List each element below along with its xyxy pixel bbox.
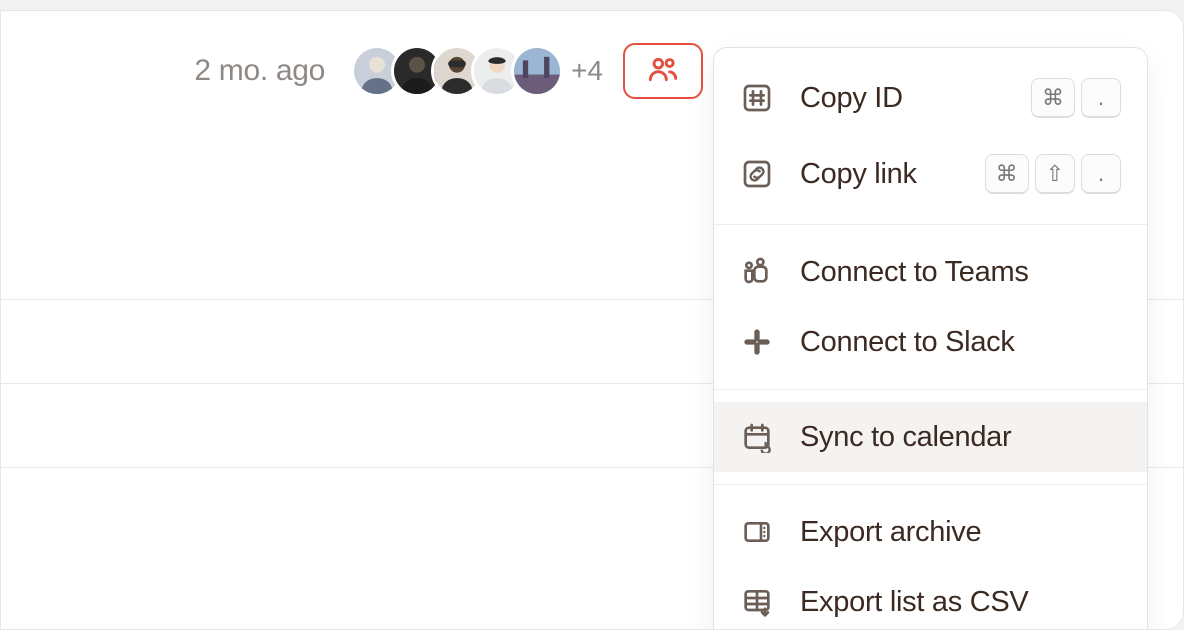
archive-icon — [740, 515, 774, 549]
menu-item-label: Export archive — [800, 516, 1121, 549]
menu-item-label: Copy link — [800, 158, 959, 191]
menu-item-label: Export list as CSV — [800, 586, 1121, 619]
avatar-stack[interactable]: +4 — [351, 45, 603, 97]
menu-group: Export archive Export list as CSV — [714, 484, 1147, 630]
keyboard-shortcut: ⌘⇧. — [985, 154, 1121, 194]
link-icon — [740, 157, 774, 191]
hash-icon — [740, 81, 774, 115]
menu-item-label: Connect to Slack — [800, 326, 1121, 359]
menu-item-copy-link[interactable]: Copy link ⌘⇧. — [714, 136, 1147, 212]
menu-item-label: Copy ID — [800, 82, 1005, 115]
kbd-key: ⌘ — [985, 154, 1029, 194]
avatar-placeholder-icon — [514, 48, 560, 94]
actions-dropdown: Copy ID⌘.Copy link⌘⇧.Connect to TeamsCon… — [713, 47, 1148, 630]
menu-item-label: Sync to calendar — [800, 421, 1121, 454]
menu-item-export-archive[interactable]: Export archive — [714, 497, 1147, 567]
slack-icon — [740, 325, 774, 359]
calendar-sync-icon — [740, 420, 774, 454]
menu-item-label: Connect to Teams — [800, 256, 1121, 289]
teams-icon — [740, 255, 774, 289]
kbd-key: ⌘ — [1031, 78, 1075, 118]
menu-item-export-csv[interactable]: Export list as CSV — [714, 567, 1147, 630]
people-icon — [647, 53, 679, 90]
menu-group: Sync to calendar — [714, 389, 1147, 484]
content-card: 2 mo. ago +4 — [0, 10, 1184, 630]
menu-item-sync-calendar[interactable]: Sync to calendar — [714, 402, 1147, 472]
menu-group: Copy ID⌘.Copy link⌘⇧. — [714, 48, 1147, 224]
menu-group: Connect to Teams Connect to Slack — [714, 224, 1147, 389]
kbd-key: . — [1081, 78, 1121, 118]
menu-item-connect-slack[interactable]: Connect to Slack — [714, 307, 1147, 377]
avatar[interactable] — [511, 45, 563, 97]
app-viewport: 2 mo. ago +4 — [0, 0, 1184, 630]
menu-item-copy-id[interactable]: Copy ID ⌘. — [714, 60, 1147, 136]
share-button[interactable] — [623, 43, 703, 99]
kbd-key: ⇧ — [1035, 154, 1075, 194]
menu-item-connect-teams[interactable]: Connect to Teams — [714, 237, 1147, 307]
csv-icon — [740, 585, 774, 619]
avatar-overflow-count[interactable]: +4 — [571, 55, 603, 87]
keyboard-shortcut: ⌘. — [1031, 78, 1121, 118]
timestamp-text: 2 mo. ago — [194, 54, 325, 88]
kbd-key: . — [1081, 154, 1121, 194]
